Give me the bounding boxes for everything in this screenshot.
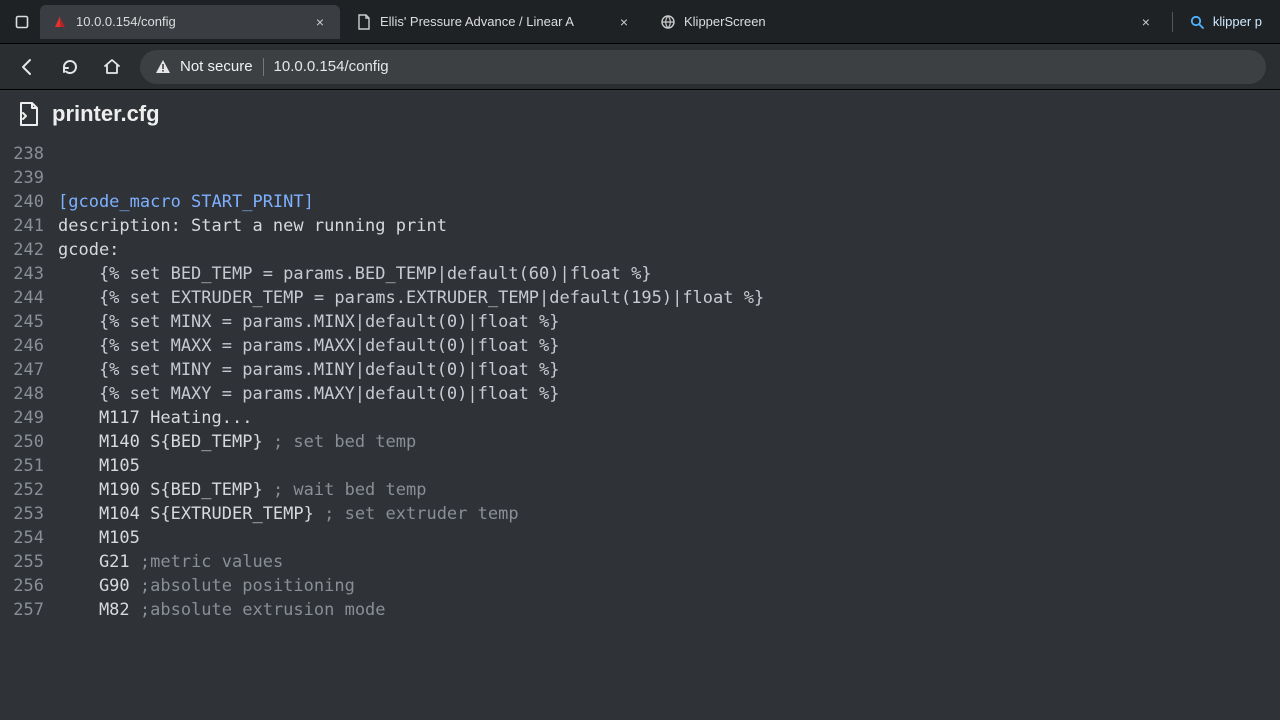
code-line[interactable]: 239 [0, 166, 1280, 190]
code-text[interactable]: {% set EXTRUDER_TEMP = params.EXTRUDER_T… [58, 286, 1280, 310]
code-line[interactable]: 245 {% set MINX = params.MINX|default(0)… [0, 310, 1280, 334]
tab-3[interactable]: KlipperScreen × [648, 5, 1166, 39]
line-number: 242 [0, 238, 58, 262]
line-number: 252 [0, 478, 58, 502]
line-number: 238 [0, 142, 58, 166]
tab-1[interactable]: 10.0.0.154/config × [40, 5, 340, 39]
line-number: 244 [0, 286, 58, 310]
tab-title: Ellis' Pressure Advance / Linear A [380, 14, 608, 29]
line-number: 239 [0, 166, 58, 190]
code-text[interactable]: [gcode_macro START_PRINT] [58, 190, 1280, 214]
line-number: 255 [0, 550, 58, 574]
code-line[interactable]: 244 {% set EXTRUDER_TEMP = params.EXTRUD… [0, 286, 1280, 310]
security-label: Not secure [180, 58, 253, 75]
warning-icon [154, 58, 172, 76]
close-icon[interactable]: × [1138, 14, 1154, 30]
file-icon [18, 101, 40, 127]
code-text[interactable]: {% set MINX = params.MINX|default(0)|flo… [58, 310, 1280, 334]
home-button[interactable] [98, 53, 126, 81]
code-line[interactable]: 254 M105 [0, 526, 1280, 550]
code-text[interactable]: M140 S{BED_TEMP} ; set bed temp [58, 430, 1280, 454]
code-text[interactable]: M104 S{EXTRUDER_TEMP} ; set extruder tem… [58, 502, 1280, 526]
line-number: 254 [0, 526, 58, 550]
code-text[interactable] [58, 142, 1280, 166]
close-icon[interactable]: × [616, 14, 632, 30]
back-button[interactable] [14, 53, 42, 81]
line-number: 249 [0, 406, 58, 430]
code-text[interactable]: {% set MINY = params.MINY|default(0)|flo… [58, 358, 1280, 382]
code-line[interactable]: 253 M104 S{EXTRUDER_TEMP} ; set extruder… [0, 502, 1280, 526]
code-text[interactable]: M82 ;absolute extrusion mode [58, 598, 1280, 622]
browser-tab-bar: 10.0.0.154/config × Ellis' Pressure Adva… [0, 0, 1280, 44]
code-text[interactable]: M105 [58, 526, 1280, 550]
code-text[interactable]: description: Start a new running print [58, 214, 1280, 238]
code-line[interactable]: 252 M190 S{BED_TEMP} ; wait bed temp [0, 478, 1280, 502]
code-text[interactable]: {% set BED_TEMP = params.BED_TEMP|defaul… [58, 262, 1280, 286]
tab-separator [1172, 12, 1173, 32]
reload-button[interactable] [56, 53, 84, 81]
browser-toolbar: Not secure 10.0.0.154/config [0, 44, 1280, 90]
globe-icon [660, 14, 676, 30]
code-line[interactable]: 251 M105 [0, 454, 1280, 478]
code-line[interactable]: 255 G21 ;metric values [0, 550, 1280, 574]
line-number: 241 [0, 214, 58, 238]
code-line[interactable]: 242gcode: [0, 238, 1280, 262]
line-number: 243 [0, 262, 58, 286]
code-line[interactable]: 241description: Start a new running prin… [0, 214, 1280, 238]
code-text[interactable] [58, 166, 1280, 190]
tab-overview-button[interactable] [8, 8, 36, 36]
code-line[interactable]: 257 M82 ;absolute extrusion mode [0, 598, 1280, 622]
line-number: 250 [0, 430, 58, 454]
close-icon[interactable]: × [312, 14, 328, 30]
search-icon [1189, 14, 1205, 30]
line-number: 256 [0, 574, 58, 598]
code-line[interactable]: 238 [0, 142, 1280, 166]
line-number: 248 [0, 382, 58, 406]
code-text[interactable]: G90 ;absolute positioning [58, 574, 1280, 598]
mainsail-icon [52, 14, 68, 30]
code-text[interactable]: M117 Heating... [58, 406, 1280, 430]
code-text[interactable]: M190 S{BED_TEMP} ; wait bed temp [58, 478, 1280, 502]
tab-title: KlipperScreen [684, 14, 1130, 29]
page-icon [356, 14, 372, 30]
file-name: printer.cfg [52, 101, 160, 127]
code-line[interactable]: 248 {% set MAXY = params.MAXY|default(0)… [0, 382, 1280, 406]
code-line[interactable]: 243 {% set BED_TEMP = params.BED_TEMP|de… [0, 262, 1280, 286]
line-number: 245 [0, 310, 58, 334]
line-number: 246 [0, 334, 58, 358]
file-header: printer.cfg [0, 90, 1280, 138]
line-number: 257 [0, 598, 58, 622]
code-text[interactable]: G21 ;metric values [58, 550, 1280, 574]
code-line[interactable]: 249 M117 Heating... [0, 406, 1280, 430]
code-text[interactable]: gcode: [58, 238, 1280, 262]
line-number: 240 [0, 190, 58, 214]
search-hint-text: klipper p [1213, 14, 1262, 29]
tab-2[interactable]: Ellis' Pressure Advance / Linear A × [344, 5, 644, 39]
code-line[interactable]: 256 G90 ;absolute positioning [0, 574, 1280, 598]
code-line[interactable]: 250 M140 S{BED_TEMP} ; set bed temp [0, 430, 1280, 454]
code-line[interactable]: 247 {% set MINY = params.MINY|default(0)… [0, 358, 1280, 382]
code-line[interactable]: 246 {% set MAXX = params.MAXX|default(0)… [0, 334, 1280, 358]
tab-title: 10.0.0.154/config [76, 14, 304, 29]
browser-search-pill[interactable]: klipper p [1179, 7, 1272, 37]
security-status[interactable]: Not secure [154, 58, 253, 76]
code-text[interactable]: M105 [58, 454, 1280, 478]
omnibox-divider [263, 58, 264, 76]
line-number: 247 [0, 358, 58, 382]
code-text[interactable]: {% set MAXX = params.MAXX|default(0)|flo… [58, 334, 1280, 358]
address-bar[interactable]: Not secure 10.0.0.154/config [140, 50, 1266, 84]
code-line[interactable]: 240[gcode_macro START_PRINT] [0, 190, 1280, 214]
line-number: 251 [0, 454, 58, 478]
code-text[interactable]: {% set MAXY = params.MAXY|default(0)|flo… [58, 382, 1280, 406]
code-editor[interactable]: 238239240[gcode_macro START_PRINT]241des… [0, 138, 1280, 720]
url-text: 10.0.0.154/config [274, 58, 389, 75]
line-number: 253 [0, 502, 58, 526]
